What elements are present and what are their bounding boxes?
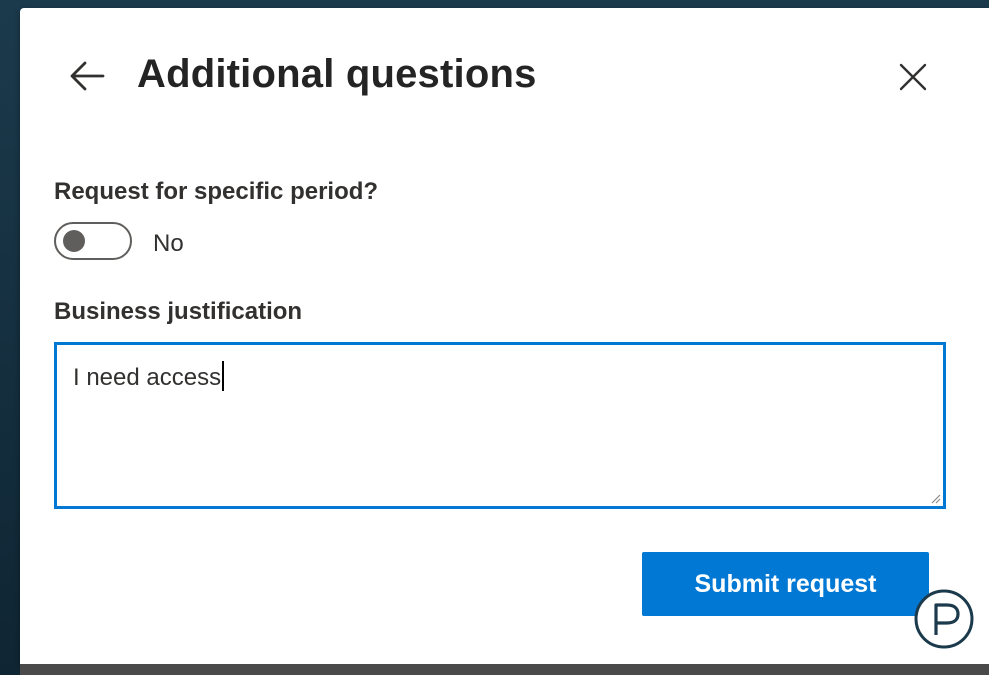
specific-period-label: Request for specific period? [54,178,379,205]
window-bottom-edge [20,664,989,675]
additional-questions-dialog: Additional questions Request for specifi… [20,8,989,664]
business-justification-textarea[interactable]: I need access [54,342,946,509]
toggle-state-text: No [153,230,184,257]
justification-value: I need access [73,364,222,391]
text-cursor [222,361,225,391]
business-justification-label: Business justification [54,298,303,325]
justification-text-wrapper: I need access [73,361,225,392]
resize-grip-icon[interactable] [929,492,941,504]
circled-p-logo-icon [914,589,989,649]
arrow-left-icon[interactable] [67,58,107,94]
close-icon[interactable] [896,60,930,94]
dialog-header: Additional questions [20,8,989,148]
dialog-title: Additional questions [137,52,537,96]
specific-period-toggle[interactable] [54,222,132,260]
toggle-knob [63,230,85,252]
submit-request-button[interactable]: Submit request [642,552,929,616]
